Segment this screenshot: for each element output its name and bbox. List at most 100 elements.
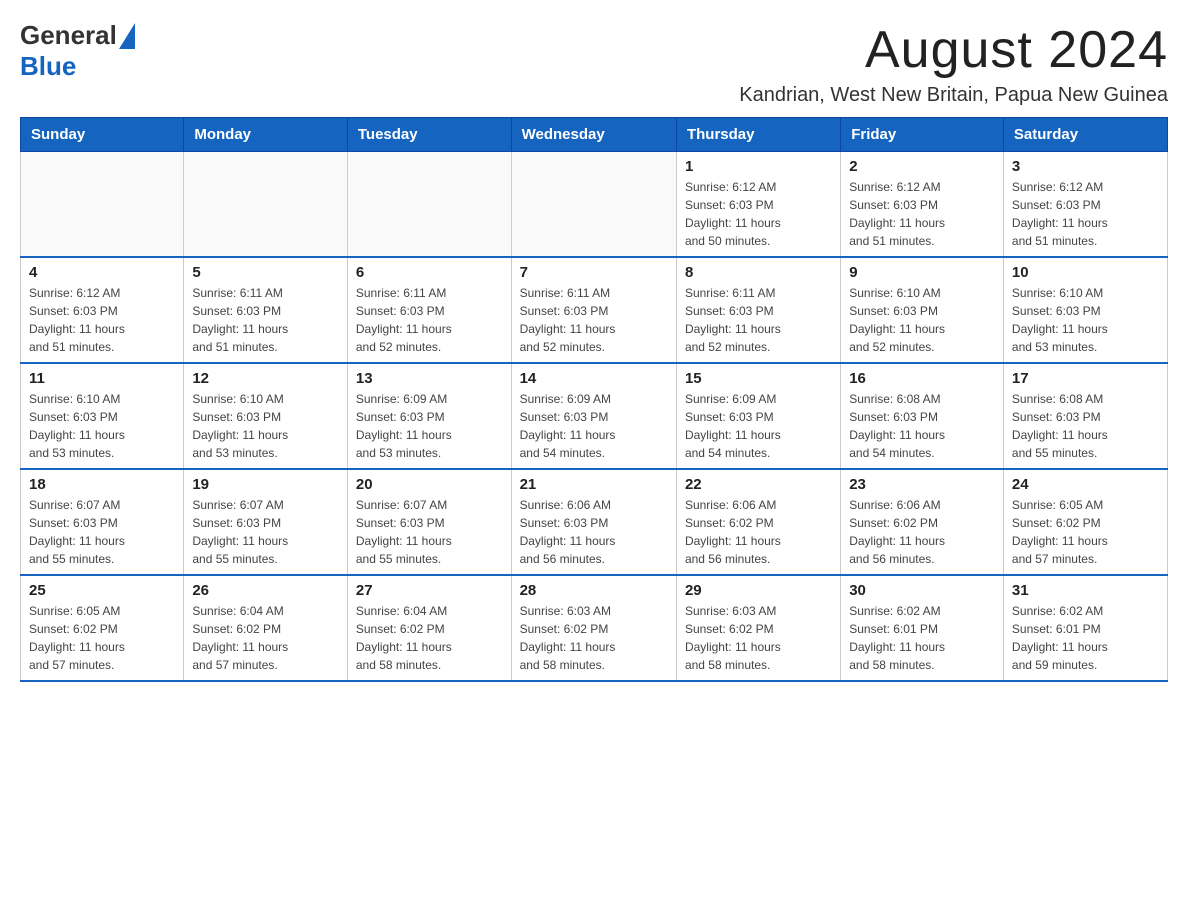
day-info: Sunrise: 6:06 AMSunset: 6:02 PMDaylight:… (849, 496, 995, 568)
day-info: Sunrise: 6:11 AMSunset: 6:03 PMDaylight:… (520, 284, 668, 356)
day-info: Sunrise: 6:09 AMSunset: 6:03 PMDaylight:… (685, 390, 832, 462)
calendar-cell: 21 Sunrise: 6:06 AMSunset: 6:03 PMDayligh… (511, 469, 676, 575)
calendar-week-row: 1 Sunrise: 6:12 AMSunset: 6:03 PMDaylight… (21, 152, 1168, 258)
day-info: Sunrise: 6:10 AMSunset: 6:03 PMDaylight:… (192, 390, 339, 462)
calendar-cell: 29 Sunrise: 6:03 AMSunset: 6:02 PMDayligh… (676, 575, 840, 681)
day-info: Sunrise: 6:04 AMSunset: 6:02 PMDaylight:… (356, 602, 503, 674)
calendar-cell: 12 Sunrise: 6:10 AMSunset: 6:03 PMDayligh… (184, 363, 348, 469)
calendar-cell: 19 Sunrise: 6:07 AMSunset: 6:03 PMDayligh… (184, 469, 348, 575)
day-number: 30 (849, 582, 995, 599)
day-number: 21 (520, 476, 668, 493)
day-info: Sunrise: 6:08 AMSunset: 6:03 PMDaylight:… (1012, 390, 1159, 462)
calendar-cell: 27 Sunrise: 6:04 AMSunset: 6:02 PMDayligh… (347, 575, 511, 681)
day-number: 7 (520, 264, 668, 281)
day-number: 23 (849, 476, 995, 493)
day-number: 25 (29, 582, 175, 599)
day-number: 28 (520, 582, 668, 599)
day-info: Sunrise: 6:10 AMSunset: 6:03 PMDaylight:… (1012, 284, 1159, 356)
calendar-cell: 31 Sunrise: 6:02 AMSunset: 6:01 PMDayligh… (1003, 575, 1167, 681)
calendar-cell: 3 Sunrise: 6:12 AMSunset: 6:03 PMDaylight… (1003, 152, 1167, 258)
calendar-header-thursday: Thursday (676, 118, 840, 152)
day-number: 24 (1012, 476, 1159, 493)
calendar-cell: 15 Sunrise: 6:09 AMSunset: 6:03 PMDayligh… (676, 363, 840, 469)
day-number: 17 (1012, 370, 1159, 387)
day-info: Sunrise: 6:11 AMSunset: 6:03 PMDaylight:… (192, 284, 339, 356)
day-number: 6 (356, 264, 503, 281)
calendar-cell: 4 Sunrise: 6:12 AMSunset: 6:03 PMDaylight… (21, 257, 184, 363)
day-number: 9 (849, 264, 995, 281)
calendar-cell: 20 Sunrise: 6:07 AMSunset: 6:03 PMDayligh… (347, 469, 511, 575)
calendar-cell: 18 Sunrise: 6:07 AMSunset: 6:03 PMDayligh… (21, 469, 184, 575)
page-title: August 2024 (739, 20, 1168, 80)
day-info: Sunrise: 6:07 AMSunset: 6:03 PMDaylight:… (356, 496, 503, 568)
day-info: Sunrise: 6:12 AMSunset: 6:03 PMDaylight:… (685, 178, 832, 250)
day-number: 18 (29, 476, 175, 493)
calendar-week-row: 11 Sunrise: 6:10 AMSunset: 6:03 PMDayligh… (21, 363, 1168, 469)
calendar-header-saturday: Saturday (1003, 118, 1167, 152)
calendar-cell: 14Sunrise: 6:09 AMSunset: 6:03 PMDayligh… (511, 363, 676, 469)
page-subtitle: Kandrian, West New Britain, Papua New Gu… (739, 84, 1168, 107)
day-number: 19 (192, 476, 339, 493)
day-info: Sunrise: 6:08 AMSunset: 6:03 PMDaylight:… (849, 390, 995, 462)
day-number: 15 (685, 370, 832, 387)
logo-general-text: General (20, 20, 117, 51)
calendar-cell: 9 Sunrise: 6:10 AMSunset: 6:03 PMDaylight… (841, 257, 1004, 363)
day-number: 3 (1012, 158, 1159, 175)
day-info: Sunrise: 6:12 AMSunset: 6:03 PMDaylight:… (1012, 178, 1159, 250)
calendar-cell: 8Sunrise: 6:11 AMSunset: 6:03 PMDaylight… (676, 257, 840, 363)
day-info: Sunrise: 6:06 AMSunset: 6:02 PMDaylight:… (685, 496, 832, 568)
calendar-cell: 30 Sunrise: 6:02 AMSunset: 6:01 PMDayligh… (841, 575, 1004, 681)
calendar-header-sunday: Sunday (21, 118, 184, 152)
day-number: 13 (356, 370, 503, 387)
calendar-cell: 23 Sunrise: 6:06 AMSunset: 6:02 PMDayligh… (841, 469, 1004, 575)
day-number: 4 (29, 264, 175, 281)
calendar-cell: 26 Sunrise: 6:04 AMSunset: 6:02 PMDayligh… (184, 575, 348, 681)
day-info: Sunrise: 6:02 AMSunset: 6:01 PMDaylight:… (1012, 602, 1159, 674)
calendar-week-row: 4 Sunrise: 6:12 AMSunset: 6:03 PMDaylight… (21, 257, 1168, 363)
calendar-header-row: SundayMondayTuesdayWednesdayThursdayFrid… (21, 118, 1168, 152)
calendar-header-wednesday: Wednesday (511, 118, 676, 152)
day-info: Sunrise: 6:03 AMSunset: 6:02 PMDaylight:… (685, 602, 832, 674)
day-info: Sunrise: 6:07 AMSunset: 6:03 PMDaylight:… (192, 496, 339, 568)
day-info: Sunrise: 6:04 AMSunset: 6:02 PMDaylight:… (192, 602, 339, 674)
day-number: 26 (192, 582, 339, 599)
day-info: Sunrise: 6:11 AMSunset: 6:03 PMDaylight:… (685, 284, 832, 356)
day-info: Sunrise: 6:07 AMSunset: 6:03 PMDaylight:… (29, 496, 175, 568)
day-number: 2 (849, 158, 995, 175)
day-number: 11 (29, 370, 175, 387)
day-info: Sunrise: 6:03 AMSunset: 6:02 PMDaylight:… (520, 602, 668, 674)
calendar-cell: 6 Sunrise: 6:11 AMSunset: 6:03 PMDaylight… (347, 257, 511, 363)
calendar-header-tuesday: Tuesday (347, 118, 511, 152)
day-number: 27 (356, 582, 503, 599)
day-info: Sunrise: 6:06 AMSunset: 6:03 PMDaylight:… (520, 496, 668, 568)
day-info: Sunrise: 6:10 AMSunset: 6:03 PMDaylight:… (849, 284, 995, 356)
calendar-cell: 28 Sunrise: 6:03 AMSunset: 6:02 PMDayligh… (511, 575, 676, 681)
day-info: Sunrise: 6:11 AMSunset: 6:03 PMDaylight:… (356, 284, 503, 356)
calendar-cell: 13 Sunrise: 6:09 AMSunset: 6:03 PMDayligh… (347, 363, 511, 469)
calendar-cell (21, 152, 184, 258)
calendar-cell: 16Sunrise: 6:08 AMSunset: 6:03 PMDayligh… (841, 363, 1004, 469)
day-number: 1 (685, 158, 832, 175)
day-info: Sunrise: 6:05 AMSunset: 6:02 PMDaylight:… (29, 602, 175, 674)
calendar-cell: 11Sunrise: 6:10 AMSunset: 6:03 PMDayligh… (21, 363, 184, 469)
day-info: Sunrise: 6:12 AMSunset: 6:03 PMDaylight:… (29, 284, 175, 356)
logo-blue-text: Blue (20, 51, 76, 81)
day-number: 5 (192, 264, 339, 281)
calendar-table: SundayMondayTuesdayWednesdayThursdayFrid… (20, 117, 1168, 682)
day-number: 29 (685, 582, 832, 599)
calendar-cell: 5 Sunrise: 6:11 AMSunset: 6:03 PMDaylight… (184, 257, 348, 363)
day-info: Sunrise: 6:05 AMSunset: 6:02 PMDaylight:… (1012, 496, 1159, 568)
day-number: 12 (192, 370, 339, 387)
calendar-cell (347, 152, 511, 258)
day-number: 31 (1012, 582, 1159, 599)
day-info: Sunrise: 6:09 AMSunset: 6:03 PMDaylight:… (356, 390, 503, 462)
day-number: 22 (685, 476, 832, 493)
day-info: Sunrise: 6:02 AMSunset: 6:01 PMDaylight:… (849, 602, 995, 674)
calendar-week-row: 18 Sunrise: 6:07 AMSunset: 6:03 PMDayligh… (21, 469, 1168, 575)
calendar-cell: 24 Sunrise: 6:05 AMSunset: 6:02 PMDayligh… (1003, 469, 1167, 575)
title-area: August 2024 Kandrian, West New Britain, … (739, 20, 1168, 107)
day-info: Sunrise: 6:12 AMSunset: 6:03 PMDaylight:… (849, 178, 995, 250)
calendar-cell: 25 Sunrise: 6:05 AMSunset: 6:02 PMDayligh… (21, 575, 184, 681)
day-number: 20 (356, 476, 503, 493)
page-header: General Blue August 2024 Kandrian, West … (20, 20, 1168, 107)
